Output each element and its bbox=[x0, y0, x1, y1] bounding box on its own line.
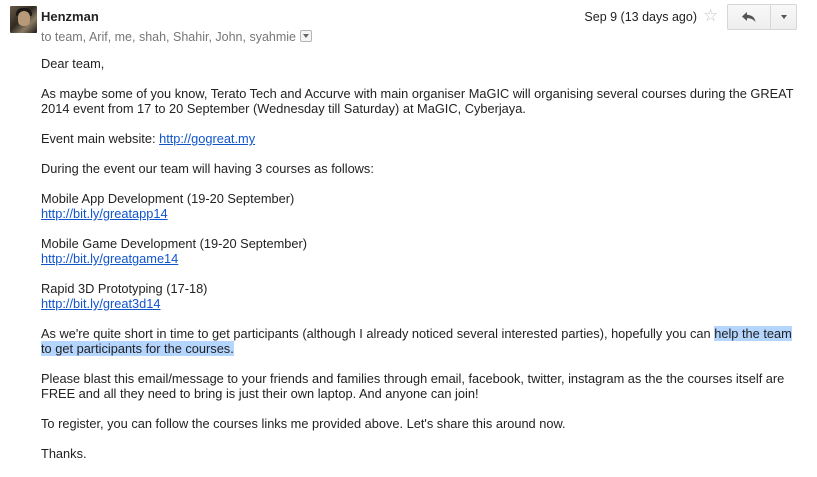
courses-intro: During the event our team will having 3 … bbox=[41, 161, 374, 176]
message-date: Sep 9 (13 days ago) bbox=[584, 10, 697, 24]
signoff: Thanks. bbox=[41, 446, 87, 461]
appeal-paragraph: As we're quite short in time to get part… bbox=[41, 326, 801, 356]
recipients-text: to team, Arif, me, shah, Shahir, John, s… bbox=[41, 30, 296, 44]
course-link[interactable]: http://bit.ly/greatgame14 bbox=[41, 251, 178, 266]
recipients-line: to team, Arif, me, shah, Shahir, John, s… bbox=[41, 30, 312, 44]
chevron-down-icon bbox=[780, 15, 787, 19]
reply-arrow-icon bbox=[742, 12, 756, 22]
course-title: Mobile App Development (19-20 September) bbox=[41, 191, 295, 206]
email-message: Henzman to team, Arif, me, shah, Shahir,… bbox=[0, 0, 817, 477]
register-paragraph: To register, you can follow the courses … bbox=[41, 416, 566, 431]
more-options-button[interactable] bbox=[771, 4, 797, 30]
website-label: Event main website: bbox=[41, 131, 160, 146]
course-item: Mobile App Development (19-20 September)… bbox=[41, 191, 801, 221]
blast-paragraph: Please blast this email/message to your … bbox=[41, 371, 785, 401]
appeal-text: As we're quite short in time to get part… bbox=[41, 326, 715, 341]
course-item: Rapid 3D Prototyping (17-18) http://bit.… bbox=[41, 281, 801, 311]
caret-down-icon[interactable] bbox=[300, 30, 312, 42]
course-title: Mobile Game Development (19-20 September… bbox=[41, 236, 308, 251]
website-line: Event main website: http://gogreat.my bbox=[41, 131, 801, 146]
star-icon[interactable]: ☆ bbox=[703, 6, 718, 26]
website-link[interactable]: http://gogreat.my bbox=[159, 131, 255, 146]
avatar-face bbox=[18, 11, 30, 26]
reply-button[interactable] bbox=[727, 4, 771, 30]
greeting: Dear team, bbox=[41, 56, 105, 71]
intro-paragraph: As maybe some of you know, Terato Tech a… bbox=[41, 86, 794, 116]
sender-avatar[interactable] bbox=[10, 6, 37, 33]
course-link[interactable]: http://bit.ly/great3d14 bbox=[41, 296, 161, 311]
course-link[interactable]: http://bit.ly/greatapp14 bbox=[41, 206, 168, 221]
reply-button-group bbox=[727, 4, 797, 30]
course-item: Mobile Game Development (19-20 September… bbox=[41, 236, 801, 266]
course-title: Rapid 3D Prototyping (17-18) bbox=[41, 281, 208, 296]
message-body: Dear team, As maybe some of you know, Te… bbox=[41, 56, 801, 476]
sender-name[interactable]: Henzman bbox=[41, 9, 99, 24]
